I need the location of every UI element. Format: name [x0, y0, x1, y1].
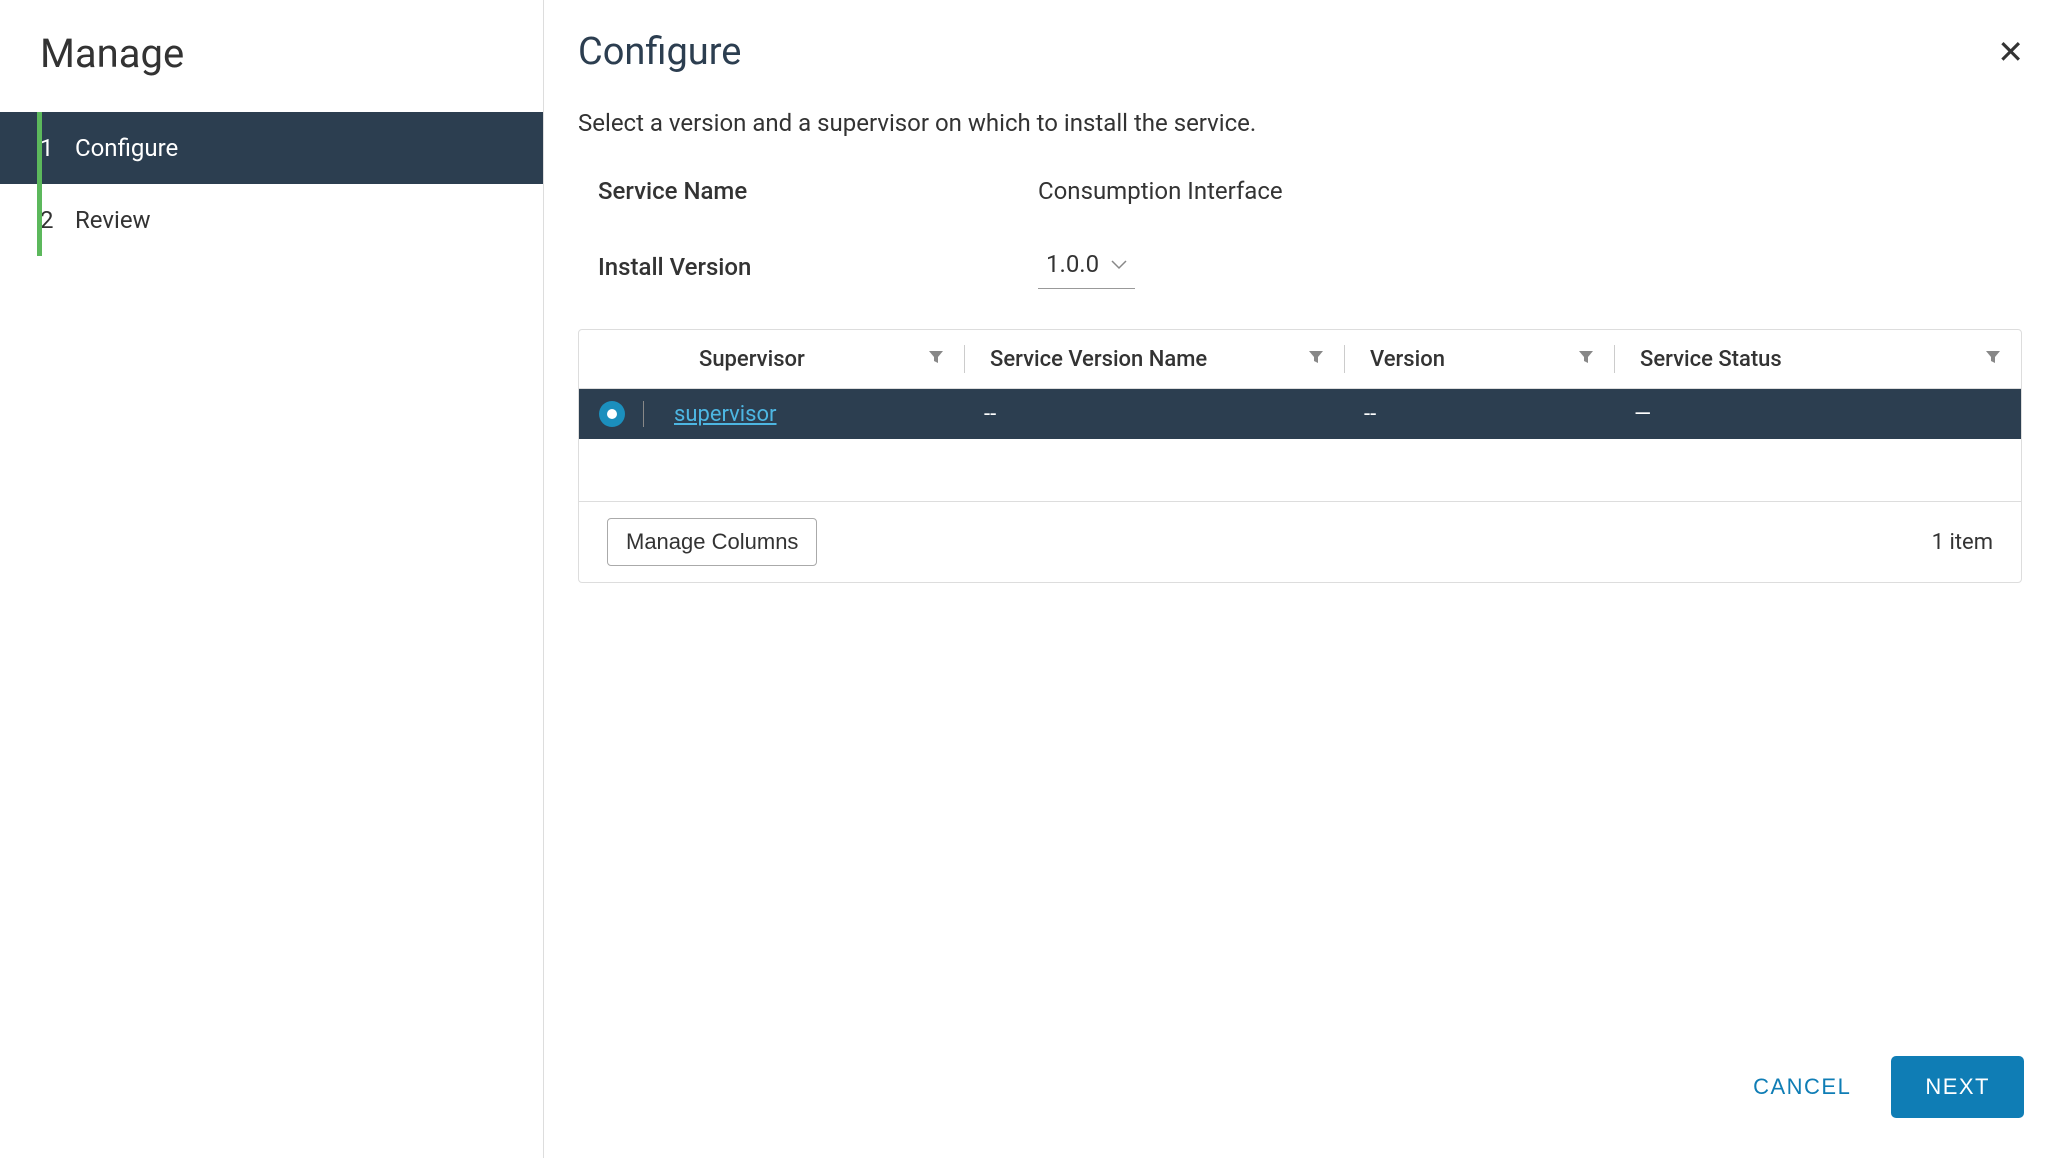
item-count: 1 item [1932, 530, 1993, 555]
step-label: Configure [75, 134, 178, 162]
wizard-footer: CANCEL NEXT [1753, 1056, 2024, 1118]
install-version-value: 1.0.0 [1046, 250, 1099, 278]
step-configure[interactable]: 1 Configure [0, 112, 543, 184]
step-label: Review [75, 206, 151, 234]
column-header-service-version-name[interactable]: Service Version Name [964, 330, 1344, 389]
column-label: Service Version Name [990, 347, 1207, 372]
page-description: Select a version and a supervisor on whi… [578, 109, 2024, 137]
wizard-sidebar: Manage 1 Configure 2 Review [0, 0, 544, 1158]
service-name-row: Service Name Consumption Interface [578, 177, 2024, 205]
table-empty-row [579, 439, 2021, 501]
cell-version: -- [1344, 389, 1614, 440]
sidebar-title: Manage [0, 30, 543, 77]
service-name-value: Consumption Interface [1038, 177, 1283, 205]
column-header-service-status[interactable]: Service Status [1614, 330, 2021, 389]
column-header-supervisor[interactable]: Supervisor [664, 330, 964, 389]
cell-service-status: — [1614, 389, 2021, 440]
close-icon[interactable]: ✕ [1997, 33, 2024, 71]
main-content: Configure ✕ Select a version and a super… [544, 0, 2058, 1158]
column-label: Version [1370, 347, 1445, 372]
column-header-version[interactable]: Version [1344, 330, 1614, 389]
filter-icon[interactable] [1985, 349, 2001, 370]
next-button[interactable]: NEXT [1891, 1056, 2024, 1118]
filter-icon[interactable] [1578, 349, 1594, 370]
page-title: Configure [578, 30, 741, 74]
install-version-label: Install Version [598, 253, 1038, 281]
filter-icon[interactable] [928, 349, 944, 370]
table-footer: Manage Columns 1 item [579, 501, 2021, 582]
step-number: 1 [40, 134, 75, 162]
row-divider [643, 401, 644, 427]
filter-icon[interactable] [1308, 349, 1324, 370]
column-label: Service Status [1640, 347, 1782, 372]
install-version-row: Install Version 1.0.0 [578, 245, 2024, 289]
supervisor-table: Supervisor Service Version Name [579, 330, 2021, 501]
column-label: Supervisor [699, 347, 805, 372]
cell-service-version-name: -- [964, 389, 1344, 440]
install-version-dropdown[interactable]: 1.0.0 [1038, 245, 1135, 289]
cancel-button[interactable]: CANCEL [1753, 1074, 1851, 1100]
step-number: 2 [40, 206, 75, 234]
column-header-select [579, 330, 664, 389]
supervisor-link[interactable]: supervisor [674, 402, 777, 427]
manage-columns-button[interactable]: Manage Columns [607, 518, 817, 566]
step-review[interactable]: 2 Review [0, 184, 543, 256]
service-name-label: Service Name [598, 177, 1038, 205]
chevron-down-icon [1111, 255, 1127, 274]
table-row[interactable]: supervisor -- -- — [579, 389, 2021, 440]
supervisor-table-container: Supervisor Service Version Name [578, 329, 2022, 583]
row-select-radio[interactable] [599, 401, 625, 427]
